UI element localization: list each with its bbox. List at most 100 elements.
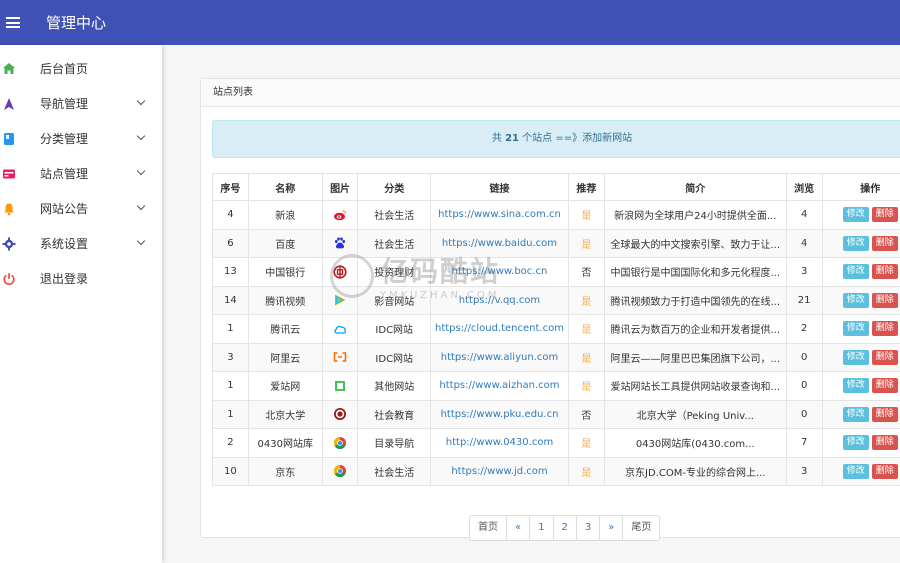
cell-recommended: 否: [567, 399, 605, 429]
chevron-down-icon[interactable]: [136, 96, 146, 106]
chevron-down-icon[interactable]: [136, 131, 146, 141]
edit-button[interactable]: 修改: [842, 235, 869, 251]
cell-id: 3: [212, 342, 249, 372]
pager-next-button[interactable]: »: [600, 516, 624, 540]
column-header: 操作: [821, 173, 900, 201]
chevron-down-icon[interactable]: [136, 201, 146, 211]
cell-name: 阿里云: [247, 342, 323, 372]
sidebar-item-home[interactable]: 后台首页: [0, 51, 162, 86]
chevron-down-icon[interactable]: [136, 166, 146, 176]
delete-button[interactable]: 删除: [871, 378, 898, 394]
edit-button[interactable]: 修改: [842, 321, 869, 337]
cell-link[interactable]: https://www.jd.com: [430, 456, 569, 486]
cell-name: 腾讯云: [247, 314, 323, 344]
cell-views: 3: [785, 456, 823, 486]
alert-suffix: 个站点 ==》: [522, 133, 583, 144]
cell-link[interactable]: https://www.pku.edu.cn: [430, 399, 569, 429]
pager-prev-button[interactable]: «: [507, 516, 531, 540]
column-header: 推荐: [567, 173, 605, 201]
cell-id: 4: [212, 200, 249, 230]
sidebar: 后台首页导航管理分类管理 站点管理网站公告系统设置退出登录: [0, 45, 162, 563]
cell-category: 其他网站: [357, 371, 431, 401]
aliyun-icon: [333, 350, 347, 364]
cell-recommended: 是: [567, 228, 605, 258]
pager-page-3[interactable]: 3: [576, 516, 601, 540]
cell-name: 中国银行: [247, 257, 323, 287]
edit-button[interactable]: 修改: [842, 406, 869, 422]
edit-button[interactable]: 修改: [842, 292, 869, 308]
cell-views: 3: [785, 257, 823, 287]
cell-category: IDC网站: [357, 314, 431, 344]
delete-button[interactable]: 删除: [871, 292, 898, 308]
cell-category: 社会生活: [357, 228, 431, 258]
edit-button[interactable]: 修改: [842, 378, 869, 394]
cell-views: 4: [785, 200, 823, 230]
edit-button[interactable]: 修改: [842, 207, 869, 223]
sidebar-item-category[interactable]: 分类管理: [0, 121, 162, 156]
pager-page-2[interactable]: 2: [553, 516, 577, 540]
sidebar-item-label: 系统设置: [40, 237, 89, 251]
cell-link[interactable]: https://www.baidu.com: [430, 228, 569, 258]
delete-button[interactable]: 删除: [871, 349, 898, 365]
add-site-link[interactable]: 添加新网站: [582, 133, 632, 144]
cell-image: [321, 200, 359, 230]
sidebar-item-navigation[interactable]: 导航管理: [0, 86, 162, 121]
pager-last-button[interactable]: 尾页: [623, 516, 660, 540]
cell-description: 阿里云——阿里巴巴集团旗下公司，...: [603, 342, 787, 372]
cell-recommended: 否: [567, 257, 605, 287]
app-title: 管理中心: [46, 14, 107, 32]
column-header: 分类: [357, 173, 431, 201]
delete-button[interactable]: 删除: [871, 264, 898, 280]
pager-page-1[interactable]: 1: [530, 516, 554, 540]
alert-prefix: 共: [491, 133, 502, 144]
cell-image: [321, 228, 359, 258]
cell-link[interactable]: https://v.qq.com: [430, 285, 569, 315]
pager-first-button[interactable]: 首页: [470, 516, 507, 540]
column-header: 图片: [321, 173, 359, 201]
table-row: 10 京东 社会生活 https://www.jd.com 是京东JD.COM-专业的综…: [212, 456, 900, 486]
delete-button[interactable]: 删除: [871, 321, 898, 337]
table-row: 2 0430网站库 目录导航 http://www.0430.com 是 0430网站库(…: [212, 428, 900, 458]
cell-link[interactable]: https://www.aizhan.com: [430, 371, 569, 401]
cell-id: 1: [212, 399, 249, 429]
menu-icon[interactable]: [6, 17, 20, 28]
sidebar-item-label: 网站公告: [40, 202, 89, 216]
cell-link[interactable]: https://www.boc.cn: [430, 257, 569, 287]
cell-id: 10: [212, 456, 249, 486]
cell-recommended: 是: [567, 314, 605, 344]
cell-name: 京东: [247, 456, 323, 486]
cell-actions: 修改 删除: [821, 285, 900, 315]
column-header: 序号: [212, 173, 249, 201]
sidebar-item-gear[interactable]: 系统设置: [0, 226, 162, 261]
cell-link[interactable]: http://www.0430.com: [430, 428, 569, 458]
sidebar-item-bell[interactable]: 网站公告: [0, 191, 162, 226]
chevron-down-icon[interactable]: [136, 236, 146, 246]
edit-button[interactable]: 修改: [842, 463, 869, 479]
cell-link[interactable]: https://www.sina.com.cn: [430, 200, 569, 230]
cell-views: 0: [785, 399, 823, 429]
edit-button[interactable]: 修改: [842, 349, 869, 365]
cell-image: [321, 399, 359, 429]
delete-button[interactable]: 删除: [871, 463, 898, 479]
cell-link[interactable]: https://www.aliyun.com: [430, 342, 569, 372]
delete-button[interactable]: 删除: [871, 435, 898, 451]
delete-button[interactable]: 删除: [871, 235, 898, 251]
cell-name: 腾讯视频: [247, 285, 323, 315]
cell-actions: 修改 删除: [821, 371, 900, 401]
sidebar-item-site[interactable]: 站点管理: [0, 156, 162, 191]
delete-button[interactable]: 删除: [871, 207, 898, 223]
sidebar-item-power[interactable]: 退出登录: [0, 261, 162, 296]
delete-button[interactable]: 删除: [871, 406, 898, 422]
edit-button[interactable]: 修改: [842, 435, 869, 451]
pku-icon: [333, 407, 347, 421]
cell-id: 14: [212, 285, 249, 315]
table-row: 14 腾讯视频 影音网站 https://v.qq.com 是腾讯视频致力于打造中国领先…: [212, 285, 900, 315]
cell-name: 北京大学: [247, 399, 323, 429]
cell-link[interactable]: https://cloud.tencent.com: [430, 314, 569, 344]
table-row: 1 腾讯云 IDC网站 https://cloud.tencent.com 是腾讯云为数…: [212, 314, 900, 344]
cell-image: [321, 456, 359, 486]
sidebar-item-label: 导航管理: [40, 97, 89, 111]
edit-button[interactable]: 修改: [842, 264, 869, 280]
cell-description: 腾讯云为数百万的企业和开发者提供...: [603, 314, 787, 344]
cell-category: 社会生活: [357, 456, 431, 486]
